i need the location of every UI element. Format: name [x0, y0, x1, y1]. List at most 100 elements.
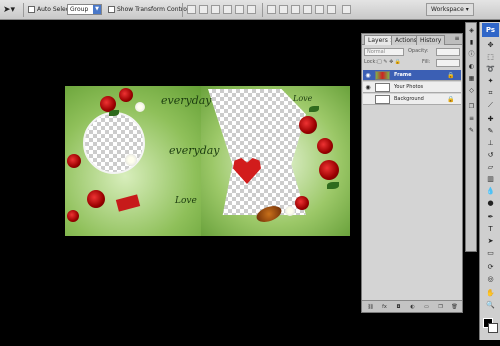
transform-controls-label: Show Transform Controls — [117, 6, 192, 13]
auto-select-dropdown[interactable]: Group ▼ — [67, 4, 102, 15]
auto-align-icon[interactable] — [342, 5, 351, 14]
distribute-right-icon[interactable] — [327, 5, 336, 14]
layer-thumbnail — [375, 95, 390, 104]
layers-panel: Layers × Actions History ≡ Normal Opacit… — [361, 33, 463, 313]
zoom-tool-icon[interactable]: 🔍 — [483, 300, 498, 310]
panel-menu-icon[interactable]: ≡ — [453, 35, 461, 43]
crop-tool-icon[interactable]: ⌗ — [483, 88, 498, 98]
navigator-icon[interactable]: ◈ — [467, 27, 476, 35]
distribute-vcenter-icon[interactable] — [279, 5, 288, 14]
rose-decoration — [295, 196, 309, 210]
rose-decoration — [119, 88, 133, 102]
adjustment-icon[interactable]: ◐ — [408, 303, 417, 311]
marquee-tool-icon[interactable]: ⬚ — [483, 52, 498, 62]
link-icon[interactable]: ⛓ — [366, 303, 375, 311]
clone-stamp-icon[interactable]: ⊥ — [483, 138, 498, 148]
styles-icon[interactable]: ◇ — [467, 87, 476, 95]
eye-icon[interactable]: ◉ — [364, 71, 372, 80]
distribute-top-icon[interactable] — [267, 5, 276, 14]
paths-icon[interactable]: ✎ — [467, 127, 476, 135]
info-icon[interactable]: ⓘ — [467, 51, 476, 59]
pen-tool-icon[interactable]: ✒ — [483, 212, 498, 222]
divider — [262, 3, 263, 17]
color-icon[interactable]: ◐ — [467, 63, 476, 71]
3d-orbit-icon[interactable]: ◎ — [483, 274, 498, 284]
script-text: Love — [175, 196, 197, 206]
healing-brush-icon[interactable]: ✚ — [483, 114, 498, 124]
fill-label: Fill: — [422, 59, 431, 65]
blend-mode-select[interactable]: Normal — [364, 48, 404, 56]
brush-tool-icon[interactable]: ✎ — [483, 126, 498, 136]
workspace-button[interactable]: Workspace ▾ — [426, 3, 474, 16]
swatches-icon[interactable]: ▦ — [467, 75, 476, 83]
channels-icon[interactable]: ≡ — [467, 115, 476, 123]
histogram-icon[interactable]: ▮ — [467, 39, 476, 47]
transform-controls-checkbox[interactable] — [108, 6, 115, 13]
distribute-left-icon[interactable] — [303, 5, 312, 14]
magic-wand-icon[interactable]: ✦ — [483, 76, 498, 86]
align-left-icon[interactable] — [223, 5, 232, 14]
mask-icon[interactable]: ◘ — [394, 303, 403, 311]
layers-icon[interactable]: ❐ — [467, 103, 476, 111]
rose-decoration — [299, 116, 317, 134]
dodge-tool-icon[interactable]: ● — [483, 198, 498, 208]
align-hcenter-icon[interactable] — [235, 5, 244, 14]
layer-name: Your Photos — [394, 84, 424, 90]
lock-icon: 🔒 — [447, 96, 455, 103]
divider — [23, 3, 24, 17]
layers-panel-footer: ⛓ fx ◘ ◐ ▭ ❐ 🗑 — [362, 300, 462, 312]
panel-dock: ◈ ▮ ⓘ ◐ ▦ ◇ ❐ ≡ ✎ — [465, 22, 477, 252]
white-flower — [135, 102, 145, 112]
rose-decoration — [317, 138, 333, 154]
eraser-tool-icon[interactable]: ▱ — [483, 162, 498, 172]
rose-decoration — [87, 190, 105, 208]
chevron-down-icon: ▼ — [93, 5, 101, 14]
slice-tool-icon[interactable]: ⟋ — [483, 100, 498, 110]
opacity-field[interactable] — [436, 48, 460, 56]
background-color-swatch[interactable] — [488, 323, 498, 333]
align-top-icon[interactable] — [187, 5, 196, 14]
auto-select-checkbox[interactable] — [28, 6, 35, 13]
folder-icon[interactable]: ▭ — [422, 303, 431, 311]
trash-icon[interactable]: 🗑 — [450, 303, 459, 311]
panel-tabs: Layers × Actions History ≡ — [362, 34, 462, 45]
options-bar: ➤▾ Auto Select: Group ▼ Show Transform C… — [0, 0, 500, 20]
move-tool-icon[interactable]: ➤▾ — [3, 4, 19, 16]
align-right-icon[interactable] — [247, 5, 256, 14]
eye-hidden-icon[interactable] — [364, 95, 372, 104]
layer-row-frame[interactable]: ◉ Frame 🔒 — [363, 70, 461, 81]
shape-tool-icon[interactable]: ▭ — [483, 248, 498, 258]
blur-tool-icon[interactable]: 💧 — [483, 186, 498, 196]
history-brush-icon[interactable]: ↺ — [483, 150, 498, 160]
workspace-label: Workspace — [431, 6, 464, 13]
layer-row-your-photos[interactable]: ◉ Your Photos — [363, 82, 461, 93]
distribute-bottom-icon[interactable] — [291, 5, 300, 14]
hand-tool-icon[interactable]: ✋ — [483, 288, 498, 298]
layer-thumbnail — [375, 83, 390, 92]
gradient-tool-icon[interactable]: ▥ — [483, 174, 498, 184]
opacity-label: Opacity: — [408, 48, 429, 54]
fill-field[interactable] — [436, 59, 460, 67]
align-vcenter-icon[interactable] — [199, 5, 208, 14]
lock-label: Lock: — [364, 59, 378, 65]
document-canvas[interactable]: everyday everyday Love Love — [65, 86, 350, 236]
toolbox: Ps ✥ ⬚ ➰ ✦ ⌗ ⟋ ✚ ✎ ⊥ ↺ ▱ ▥ 💧 ● ✒ T ➤ ▭ ⟳… — [479, 22, 500, 340]
auto-select-value: Group — [70, 6, 89, 13]
script-text: everyday — [161, 94, 212, 107]
align-bottom-icon[interactable] — [211, 5, 220, 14]
layer-name: Frame — [394, 72, 412, 78]
type-tool-icon[interactable]: T — [483, 224, 498, 234]
new-layer-icon[interactable]: ❐ — [436, 303, 445, 311]
move-tool-icon[interactable]: ✥ — [483, 40, 498, 50]
tab-history[interactable]: History — [416, 35, 446, 45]
layer-row-background[interactable]: Background 🔒 — [363, 94, 461, 105]
lock-icons[interactable]: □ ✎ ✥ 🔒 — [377, 58, 401, 67]
path-selection-icon[interactable]: ➤ — [483, 236, 498, 246]
3d-rotate-icon[interactable]: ⟳ — [483, 262, 498, 272]
fx-icon[interactable]: fx — [380, 303, 389, 311]
layer-thumbnail — [375, 71, 390, 80]
lasso-tool-icon[interactable]: ➰ — [483, 64, 498, 74]
rose-decoration — [67, 210, 79, 222]
eye-icon[interactable]: ◉ — [364, 83, 372, 92]
distribute-hcenter-icon[interactable] — [315, 5, 324, 14]
